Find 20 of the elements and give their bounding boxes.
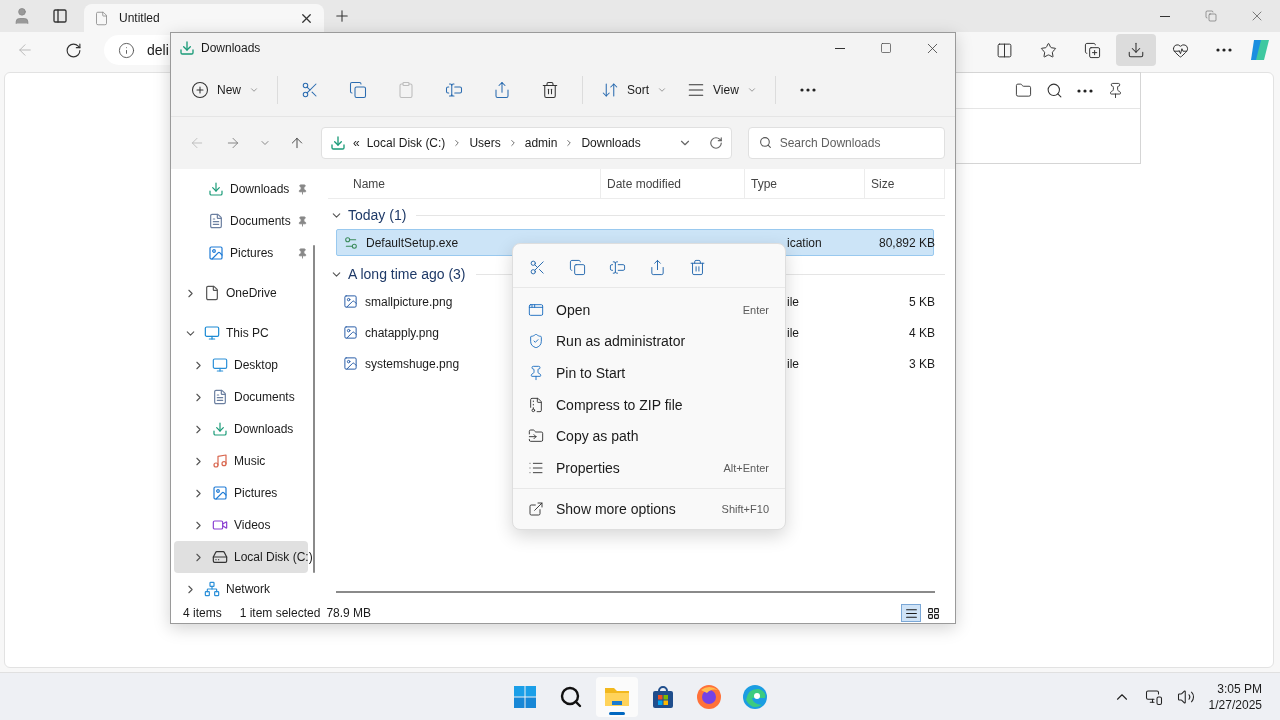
file-size: 80,892 KB — [878, 235, 935, 250]
file-type: ication — [787, 235, 822, 250]
file-name: smallpicture.png — [365, 294, 453, 309]
file-name: DefaultSetup.exe — [366, 235, 459, 250]
file-type: ile — [787, 294, 799, 309]
selection-size: 78.9 MB — [326, 606, 372, 620]
file-size: 4 KB — [909, 325, 935, 340]
group-header: A long time ago (3) — [348, 266, 466, 282]
window-title: Downloads — [201, 41, 261, 55]
item-count: 4 items — [183, 606, 222, 620]
file-size: 5 KB — [909, 294, 935, 309]
group-header: Today (1) — [348, 207, 407, 223]
file-type: ile — [787, 325, 799, 340]
file-size: 3 KB — [909, 356, 935, 371]
file-name: systemshuge.png — [365, 356, 460, 371]
clock-date: 1/27/2025 — [1208, 696, 1262, 713]
clock-time: 3:05 PM — [1217, 680, 1262, 697]
selection-info: 1 item selected — [239, 606, 321, 620]
file-type: ile — [787, 356, 799, 371]
file-name: chatapply.png — [365, 325, 439, 340]
